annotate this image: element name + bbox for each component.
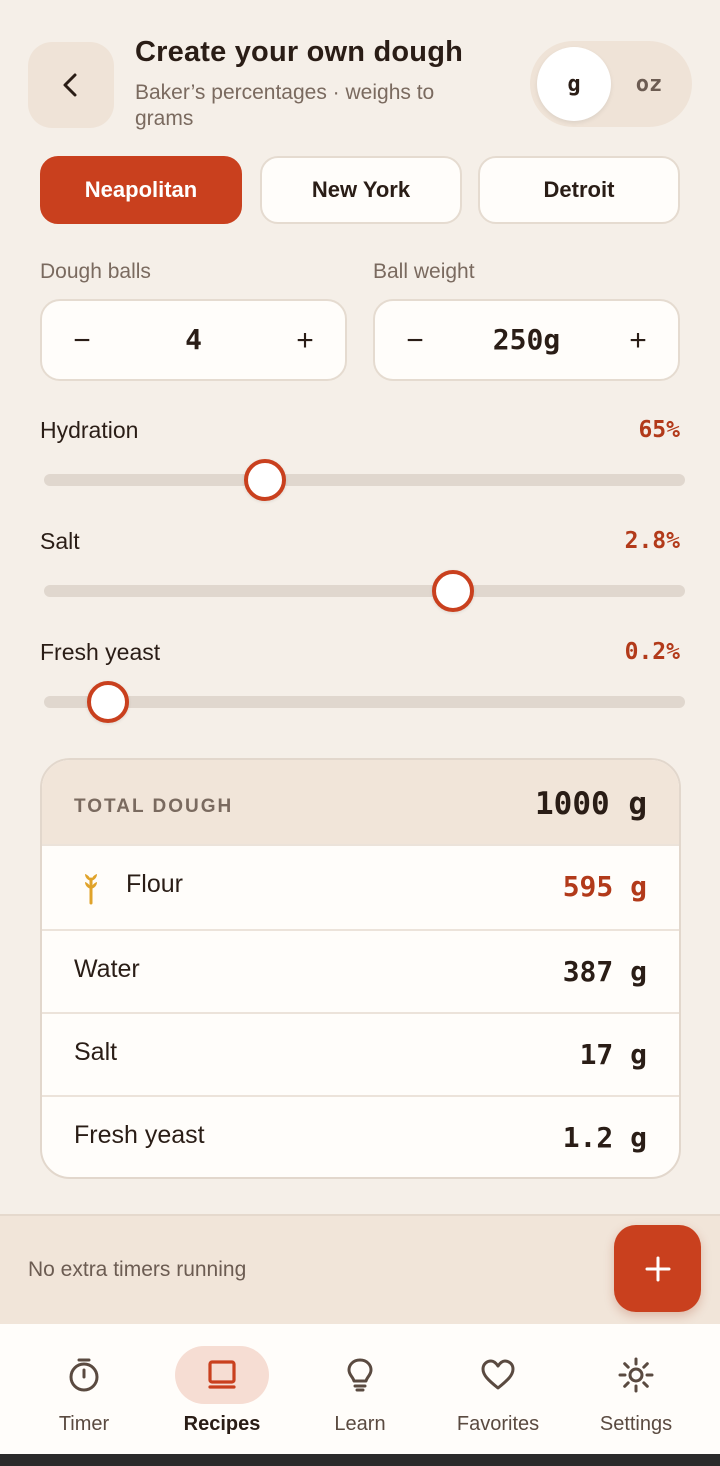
lightbulb-icon [347, 1358, 373, 1392]
nav-label: Favorites [456, 1413, 540, 1435]
ingredient-label: Fresh yeast [74, 1121, 205, 1149]
nav-item-recipes[interactable]: Recipes [157, 1324, 287, 1454]
ingredient-row-flour: Flour 595 g [42, 844, 679, 927]
ball-weight-label: Ball weight [373, 260, 475, 283]
dough-balls-decrement-button[interactable]: − [58, 317, 106, 365]
fresh-yeast-slider[interactable] [44, 681, 685, 723]
gear-icon [618, 1357, 654, 1393]
wheat-icon [85, 874, 97, 905]
stopwatch-icon [69, 1358, 99, 1392]
timer-status-text: No extra timers running [28, 1258, 247, 1281]
total-dough-label: TOTAL DOUGH [74, 796, 234, 817]
nav-item-settings[interactable]: Settings [571, 1324, 701, 1454]
ingredient-label: Flour [126, 870, 183, 898]
salt-slider-thumb[interactable] [431, 570, 474, 612]
back-button[interactable] [28, 42, 114, 128]
hydration-slider[interactable] [44, 459, 685, 501]
ball-weight-stepper: − 250g + [373, 299, 680, 381]
hydration-label: Hydration [40, 417, 139, 443]
unit-ounces-option[interactable]: oz [612, 47, 686, 121]
dough-balls-value: 4 [185, 323, 202, 356]
nav-label: Settings [599, 1413, 673, 1435]
add-timer-button[interactable] [614, 1225, 701, 1312]
page-title: Create your own dough [135, 36, 464, 68]
ingredient-label: Water [74, 955, 140, 983]
fresh-yeast-label: Fresh yeast [40, 639, 161, 665]
unit-grams-option[interactable]: g [537, 47, 611, 121]
nav-item-favorites[interactable]: Favorites [433, 1324, 563, 1454]
chevron-left-icon [63, 73, 77, 97]
ingredient-value: 1.2 g [562, 1121, 647, 1154]
ball-weight-decrement-button[interactable]: − [391, 317, 439, 365]
tab-detroit[interactable]: Detroit [478, 156, 680, 224]
plus-icon [645, 1256, 670, 1281]
fresh-yeast-value: 0.2% [624, 639, 680, 665]
fresh-yeast-slider-thumb[interactable] [87, 681, 130, 723]
hydration-slider-thumb[interactable] [244, 459, 287, 501]
book-icon [208, 1360, 236, 1389]
ball-weight-increment-button[interactable]: + [614, 317, 662, 365]
salt-value: 2.8% [624, 528, 680, 554]
total-dough-header: TOTAL DOUGH 1000 g [42, 760, 679, 844]
nav-label: Recipes [183, 1413, 261, 1435]
ingredient-label: Salt [74, 1038, 118, 1066]
tab-new-york[interactable]: New York [260, 156, 462, 224]
ball-weight-value: 250g [492, 323, 561, 356]
hydration-value: 65% [638, 417, 680, 443]
timer-status-bar: No extra timers running [0, 1214, 720, 1324]
salt-slider[interactable] [44, 570, 685, 612]
ingredient-value: 595 g [562, 870, 647, 903]
nav-label: Learn [334, 1413, 386, 1435]
total-dough-card: TOTAL DOUGH 1000 g Flour 595 g Water 387… [40, 758, 681, 1179]
bottom-navigation: Timer Recipes Learn Favorites Settings [0, 1324, 720, 1454]
system-gesture-bar [0, 1454, 720, 1466]
dough-balls-increment-button[interactable]: + [281, 317, 329, 365]
ingredient-value: 17 g [579, 1038, 647, 1071]
nav-label: Timer [58, 1413, 110, 1435]
unit-toggle[interactable]: g oz [530, 41, 692, 127]
nav-item-timer[interactable]: Timer [19, 1324, 149, 1454]
heart-icon [481, 1359, 515, 1390]
tab-neapolitan[interactable]: Neapolitan [40, 156, 242, 224]
ingredient-row-fresh-yeast: Fresh yeast 1.2 g [42, 1095, 679, 1177]
ingredient-row-water: Water 387 g [42, 929, 679, 1012]
salt-label: Salt [40, 528, 80, 554]
ingredient-value: 387 g [562, 955, 647, 988]
dough-balls-label: Dough balls [40, 260, 151, 283]
total-dough-value: 1000 g [535, 786, 647, 822]
nav-item-learn[interactable]: Learn [295, 1324, 425, 1454]
ingredient-row-salt: Salt 17 g [42, 1012, 679, 1095]
dough-balls-stepper: − 4 + [40, 299, 347, 381]
page-subtitle: Baker’s percentages · weighs to grams [135, 81, 435, 130]
